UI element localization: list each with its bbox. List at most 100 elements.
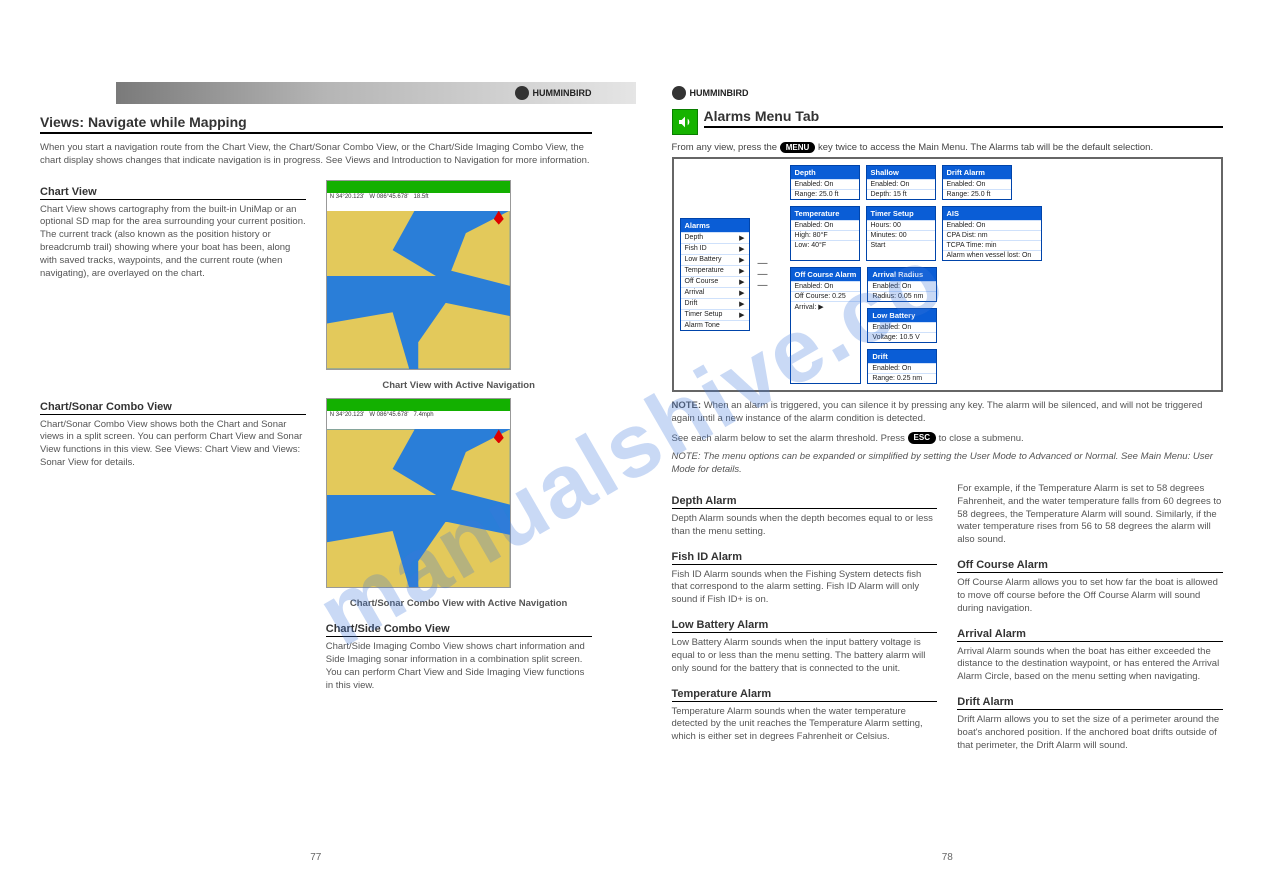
esc-button-pill: ESC xyxy=(908,432,936,445)
text-chart-sonar: Chart/Sonar Combo View shows both the Ch… xyxy=(40,419,306,470)
menu-item: Off Course xyxy=(685,278,719,286)
menu-shallow: Shallow Enabled: On Depth: 15 ft xyxy=(866,165,936,200)
menu-arrival: Arrival Radius Enabled: On Radius: 0.05 … xyxy=(867,267,937,302)
sub-chart-sonar: Chart/Sonar Combo View xyxy=(40,401,306,415)
mrow: Depth: 15 ft xyxy=(867,189,935,199)
text-fishid-alarm: Fish ID Alarm sounds when the Fishing Sy… xyxy=(672,569,938,607)
menu-alarms-root: Alarms Depth▶ Fish ID▶ Low Battery▶ Temp… xyxy=(680,218,750,331)
caption-2: Chart/Sonar Combo View with Active Navig… xyxy=(326,598,592,611)
mtitle: AIS xyxy=(943,207,1041,220)
menu-item: Arrival xyxy=(685,289,705,297)
mtitle: Shallow xyxy=(867,166,935,179)
mrow: Alarm when vessel lost: On xyxy=(943,250,1041,260)
mrow: Arrival: ▶ xyxy=(791,301,861,312)
sub-depth-alarm: Depth Alarm xyxy=(672,495,938,509)
text-drift-alarm: Drift Alarm allows you to set the size o… xyxy=(957,714,1223,752)
text-depth-alarm: Depth Alarm sounds when the depth become… xyxy=(672,513,938,539)
mtitle: Drift xyxy=(868,350,936,363)
mrow: Enabled: On xyxy=(791,220,859,230)
mrow: Range: 0.25 nm xyxy=(868,373,936,383)
mrow: Range: 25.0 ft xyxy=(943,189,1011,199)
mrow: Voltage: 10.5 V xyxy=(868,332,936,342)
branch-line: ——— xyxy=(758,258,782,291)
menu-lowbatt: Low Battery Enabled: On Voltage: 10.5 V xyxy=(867,308,937,343)
mtitle: Arrival Radius xyxy=(868,268,936,281)
sub-chart-view: Chart View xyxy=(40,186,306,200)
text-temp-example: For example, if the Temperature Alarm is… xyxy=(957,483,1223,547)
section-title-left: Views: Navigate while Mapping xyxy=(40,114,592,134)
menu-timer: Timer Setup Hours: 00 Minutes: 00 Start xyxy=(866,206,936,261)
note-2: NOTE: The menu options can be expanded o… xyxy=(672,451,1224,477)
mtitle: Timer Setup xyxy=(867,207,935,220)
mtitle: Low Battery xyxy=(868,309,936,322)
mrow: Enabled: On xyxy=(868,363,936,373)
brand-right: HUMMINBIRD xyxy=(672,82,749,104)
mrow: Minutes: 00 xyxy=(867,230,935,240)
text-arrival-alarm: Arrival Alarm sounds when the boat has e… xyxy=(957,646,1223,684)
menu-item: Temperature xyxy=(685,267,724,275)
mrow: Low: 40°F xyxy=(791,240,859,250)
section-title-right: Alarms Menu Tab xyxy=(704,108,1224,128)
mtitle: Temperature xyxy=(791,207,859,220)
mrow: TCPA Time: min xyxy=(943,240,1041,250)
text-temp-alarm: Temperature Alarm sounds when the water … xyxy=(672,706,938,744)
intro-right: From any view, press the MENU key twice … xyxy=(672,142,1224,153)
chart-view-screenshot-1: N 34°20.123' W 086°45.678' 18.5ft xyxy=(326,180,511,370)
menu-drift: Drift Enabled: On Range: 0.25 nm xyxy=(867,349,937,384)
esc-line: See each alarm below to set the alarm th… xyxy=(672,432,1224,446)
brand-logo-icon xyxy=(515,86,529,100)
alarms-menu-diagram: Alarms Depth▶ Fish ID▶ Low Battery▶ Temp… xyxy=(672,157,1224,392)
mtitle: Depth xyxy=(791,166,859,179)
mrow: Enabled: On xyxy=(867,179,935,189)
note-1: NOTE: When an alarm is triggered, you ca… xyxy=(672,400,1224,426)
menu-item: Drift xyxy=(685,300,698,308)
chart-status-bar-1: N 34°20.123' W 086°45.678' 18.5ft xyxy=(327,193,510,211)
mrow: Radius: 0.05 nm xyxy=(868,291,936,301)
intro-before: From any view, press the xyxy=(672,142,778,153)
menu-item: Fish ID xyxy=(685,245,707,253)
page-number-left: 77 xyxy=(310,852,321,863)
mtitle: Off Course Alarm xyxy=(791,268,861,281)
menu-drift-alarm: Drift Alarm Enabled: On Range: 25.0 ft xyxy=(942,165,1012,200)
text-offcourse-alarm: Off Course Alarm allows you to set how f… xyxy=(957,577,1223,615)
note-title: NOTE: xyxy=(672,400,702,411)
menu-depth: Depth Enabled: On Range: 25.0 ft xyxy=(790,165,860,200)
sub-offcourse-alarm: Off Course Alarm xyxy=(957,559,1223,573)
intro-text-left: When you start a navigation route from t… xyxy=(40,142,592,168)
sub-lowbatt-alarm: Low Battery Alarm xyxy=(672,619,938,633)
sub-fishid-alarm: Fish ID Alarm xyxy=(672,551,938,565)
mrow: Off Course: 0.25 xyxy=(791,291,861,301)
chart-view-screenshot-2: N 34°20.123' W 086°45.678' 7.4mph xyxy=(326,398,511,588)
esc-after: to close a submenu. xyxy=(939,433,1024,444)
right-page: HUMMINBIRD Alarms Menu Tab From any view… xyxy=(632,0,1263,893)
speaker-icon xyxy=(672,109,698,135)
left-page: HUMMINBIRD Views: Navigate while Mapping… xyxy=(0,0,632,893)
brand-text: HUMMINBIRD xyxy=(533,88,592,98)
menu-temperature: Temperature Enabled: On High: 80°F Low: … xyxy=(790,206,860,261)
menu-offcourse: Off Course Alarm Enabled: On Off Course:… xyxy=(790,267,862,384)
text-chart-side: Chart/Side Imaging Combo View shows char… xyxy=(326,641,592,692)
mrow: High: 80°F xyxy=(791,230,859,240)
mrow: Hours: 00 xyxy=(867,220,935,230)
menu-button-pill: MENU xyxy=(780,142,816,153)
sub-drift-alarm: Drift Alarm xyxy=(957,696,1223,710)
esc-before: See each alarm below to set the alarm th… xyxy=(672,433,905,444)
page-number-right: 78 xyxy=(942,852,953,863)
sub-chart-side: Chart/Side Combo View xyxy=(326,623,592,637)
menu-item: Low Battery xyxy=(685,256,722,264)
sub-arrival-alarm: Arrival Alarm xyxy=(957,628,1223,642)
mrow: CPA Dist: nm xyxy=(943,230,1041,240)
mrow: Enabled: On xyxy=(868,281,936,291)
brand-logo-icon-2 xyxy=(672,86,686,100)
note-body: When an alarm is triggered, you can sile… xyxy=(672,400,1203,424)
menu-item: Timer Setup xyxy=(685,311,723,319)
menu-ais: AIS Enabled: On CPA Dist: nm TCPA Time: … xyxy=(942,206,1042,261)
intro-after: key twice to access the Main Menu. The A… xyxy=(818,142,1153,153)
mrow: Enabled: On xyxy=(791,281,861,291)
brand-text-2: HUMMINBIRD xyxy=(690,88,749,98)
mrow: Enabled: On xyxy=(791,179,859,189)
brand-left: HUMMINBIRD xyxy=(515,82,592,104)
mrow: Enabled: On xyxy=(943,220,1041,230)
sub-temp-alarm: Temperature Alarm xyxy=(672,688,938,702)
text-lowbatt-alarm: Low Battery Alarm sounds when the input … xyxy=(672,637,938,675)
